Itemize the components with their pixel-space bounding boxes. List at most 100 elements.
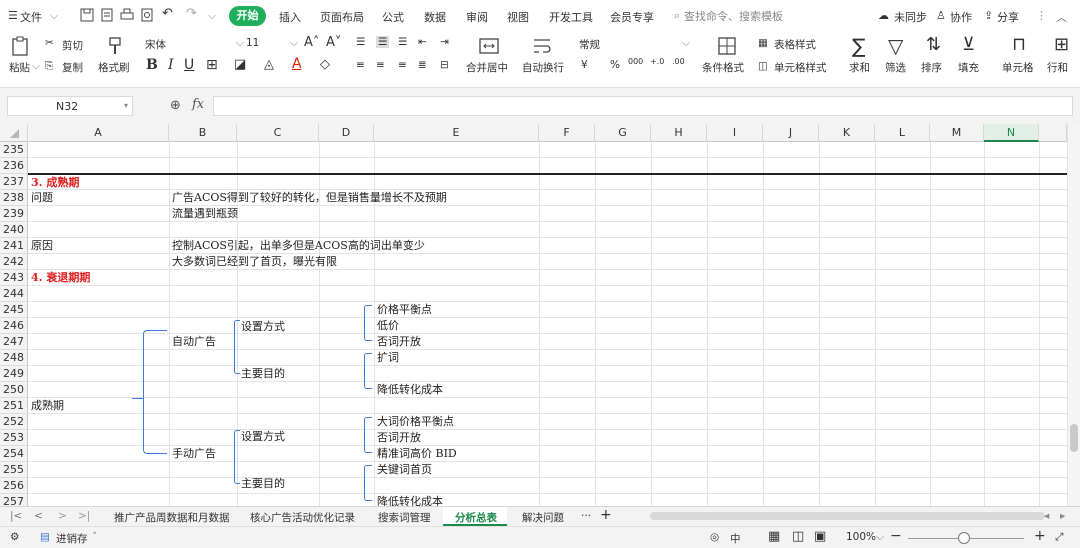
cell-b239[interactable]: 流量遇到瓶颈 [172, 206, 238, 222]
cell-a251[interactable]: 成熟期 [31, 398, 64, 414]
font-size-select[interactable]: 11 [246, 37, 259, 49]
row-header[interactable]: 249 [0, 366, 28, 382]
cell-e257[interactable]: 降低转化成本 [377, 494, 443, 506]
col-header-e[interactable]: E [374, 124, 539, 142]
tab-insert[interactable]: 插入 [279, 9, 301, 25]
formula-input[interactable] [213, 96, 1073, 116]
row-header[interactable]: 247 [0, 334, 28, 350]
merge-center-button[interactable]: 合并居中 [466, 60, 508, 75]
thousands-icon[interactable]: 000 [628, 57, 643, 66]
align-top-icon[interactable]: ☰ [356, 36, 365, 48]
align-middle-icon[interactable]: ☰ [376, 36, 390, 48]
row-header[interactable]: 254 [0, 446, 28, 462]
cell-a238[interactable]: 问题 [31, 190, 53, 206]
font-color-icon[interactable]: A [292, 56, 302, 72]
hamburger-icon[interactable]: ☰ [8, 9, 18, 22]
paste-icon[interactable] [10, 35, 32, 57]
distribute-icon[interactable]: ⊟ [440, 59, 449, 71]
tab-data[interactable]: 数据 [424, 9, 446, 25]
row-header[interactable]: 257 [0, 494, 28, 506]
col-header-c[interactable]: C [237, 124, 319, 142]
zoom-out-icon[interactable]: − [890, 528, 902, 544]
cell-e248[interactable]: 扩词 [377, 350, 399, 366]
cell-e246[interactable]: 低价 [377, 318, 399, 334]
currency-icon[interactable]: ¥ [581, 59, 588, 71]
tab-home[interactable]: 开始 [229, 6, 266, 26]
sort-icon[interactable]: ⇅ [926, 34, 941, 55]
more-icon[interactable]: ⋮ [1036, 9, 1047, 22]
cell-c246[interactable]: 设置方式 [241, 319, 285, 335]
first-sheet-icon[interactable]: |< [10, 510, 22, 522]
eye-protect-icon[interactable]: ◎ [710, 531, 719, 543]
cell-b254[interactable]: 手动广告 [172, 446, 216, 462]
col-header-g[interactable]: G [595, 124, 651, 142]
sort-button[interactable]: 排序 [921, 60, 942, 75]
row-header[interactable]: 256 [0, 478, 28, 494]
cell-e254[interactable]: 精准词高价 BID [377, 446, 457, 462]
row-header[interactable]: 235 [0, 142, 28, 158]
chevron-down-icon[interactable]: ⌵ [290, 37, 298, 50]
chevron-down-icon[interactable]: ⌵ [208, 9, 216, 23]
zoom-in-icon[interactable]: + [1034, 528, 1046, 544]
row-col-button[interactable]: 行和 [1047, 60, 1068, 75]
page-break-view-icon[interactable]: ▣ [814, 529, 826, 544]
row-header[interactable]: 242 [0, 254, 28, 270]
col-header-b[interactable]: B [169, 124, 237, 142]
tab-member[interactable]: 会员专享 [610, 9, 654, 25]
cut-button[interactable]: 剪切 [62, 38, 83, 53]
highlight-icon[interactable]: ◬ [264, 57, 274, 72]
more-sheets-icon[interactable]: ··· [581, 510, 591, 522]
row-header[interactable]: 237 [0, 174, 28, 190]
bold-icon[interactable]: B [146, 57, 158, 73]
row-header[interactable]: 244 [0, 286, 28, 302]
cell-e253[interactable]: 否词开放 [377, 430, 421, 446]
increase-decimal-icon[interactable]: +.0 [650, 57, 664, 66]
add-sheet-icon[interactable]: + [600, 507, 612, 523]
row-header[interactable]: 236 [0, 158, 28, 174]
underline-icon[interactable]: U [184, 57, 194, 73]
font-increase-icon[interactable]: A˄ [304, 35, 319, 50]
cell-c249[interactable]: 主要目的 [241, 366, 285, 382]
clear-format-icon[interactable]: ◇ [320, 57, 330, 72]
col-header-h[interactable]: H [651, 124, 707, 142]
normal-view-icon[interactable]: ▦ [768, 529, 780, 544]
tab-view[interactable]: 视图 [507, 9, 529, 25]
language-icon[interactable]: 中 [730, 531, 741, 546]
sync-status[interactable]: 未同步 [894, 9, 927, 25]
cell-b247[interactable]: 自动广告 [172, 334, 216, 350]
cell-style-button[interactable]: 单元格样式 [774, 60, 827, 75]
number-format-select[interactable]: 常规 [579, 37, 600, 52]
chevron-down-icon[interactable]: ⌵ [682, 37, 690, 50]
row-header[interactable]: 245 [0, 302, 28, 318]
align-center-icon[interactable]: ≡ [376, 59, 385, 71]
col-header-a[interactable]: A [28, 124, 169, 142]
cell-e245[interactable]: 价格平衡点 [377, 302, 432, 318]
cell-a243[interactable]: 4. 衰退期期 [31, 270, 90, 286]
collapse-ribbon-icon[interactable]: ︿ [1056, 9, 1067, 25]
select-all-corner[interactable] [0, 124, 28, 142]
macro-icon[interactable]: ⚙ [10, 531, 19, 543]
chevron-down-icon[interactable]: ⌵ [236, 37, 244, 50]
col-header-f[interactable]: F [539, 124, 595, 142]
tab-formula[interactable]: 公式 [382, 9, 404, 25]
tab-page-layout[interactable]: 页面布局 [320, 9, 364, 25]
row-header[interactable]: 250 [0, 382, 28, 398]
cell-e255[interactable]: 关键词首页 [377, 462, 432, 478]
cell-b238[interactable]: 广告ACOS得到了较好的转化，但是销售量增长不及预期 [172, 190, 447, 206]
filter-button[interactable]: 筛选 [885, 60, 906, 75]
chevron-up-icon[interactable]: ˄ [92, 531, 97, 543]
sum-button[interactable]: 求和 [849, 60, 870, 75]
row-header[interactable]: 246 [0, 318, 28, 334]
sum-icon[interactable]: ∑ [852, 34, 865, 58]
row-header[interactable]: 255 [0, 462, 28, 478]
export-pdf-icon[interactable] [100, 8, 114, 22]
chevron-down-icon[interactable]: ⌵ [32, 60, 40, 73]
share-button[interactable]: 分享 [997, 9, 1019, 25]
align-bottom-icon[interactable]: ☰ [398, 36, 407, 48]
scroll-thumb[interactable] [1070, 424, 1078, 452]
scroll-right-icon[interactable]: ▸ [1060, 510, 1065, 522]
row-header[interactable]: 252 [0, 414, 28, 430]
border-icon[interactable]: ⊞ [206, 57, 218, 73]
wrap-text-icon[interactable] [531, 35, 553, 57]
cell-a237[interactable]: 3. 成熟期 [31, 175, 79, 191]
